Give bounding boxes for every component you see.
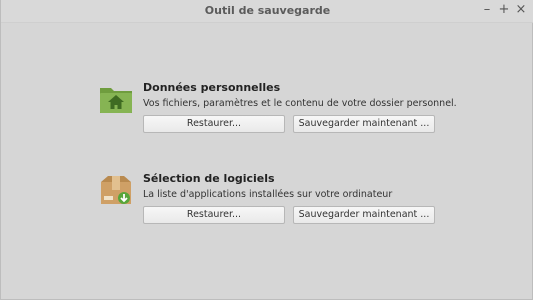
backup-tool-window: Outil de sauvegarde – + × Données person… — [0, 0, 533, 300]
section-heading: Données personnelles — [143, 81, 281, 94]
title-bar[interactable]: Outil de sauvegarde – + × — [1, 0, 533, 23]
restore-personal-button[interactable]: Restaurer... — [143, 115, 285, 133]
restore-software-button[interactable]: Restaurer... — [143, 206, 285, 224]
section-heading: Sélection de logiciels — [143, 172, 275, 185]
backup-personal-button[interactable]: Sauvegarder maintenant ... — [293, 115, 435, 133]
window-title: Outil de sauvegarde — [204, 4, 331, 17]
section-description: Vos fichiers, paramètres et le contenu d… — [143, 98, 457, 109]
backup-software-button[interactable]: Sauvegarder maintenant ... — [293, 206, 435, 224]
close-button[interactable]: × — [513, 2, 529, 18]
section-description: La liste d'applications installées sur v… — [143, 189, 393, 200]
minimize-button[interactable]: – — [479, 2, 495, 18]
home-folder-icon — [100, 88, 132, 113]
package-icon — [101, 176, 131, 204]
maximize-button[interactable]: + — [496, 2, 512, 18]
